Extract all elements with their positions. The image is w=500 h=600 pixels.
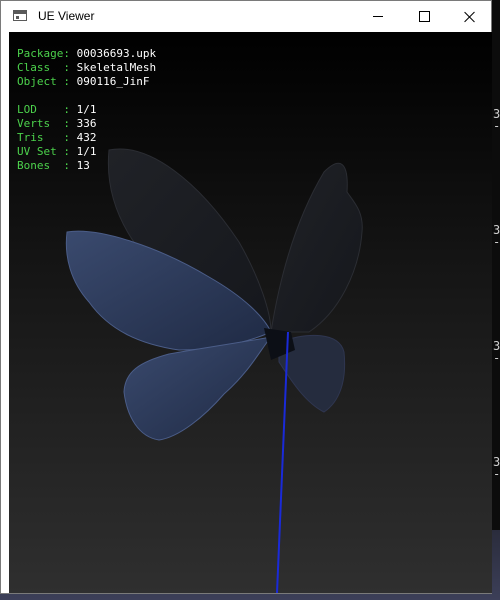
close-icon: [464, 11, 476, 23]
console-glyph: -: [493, 119, 500, 133]
maximize-button[interactable]: [401, 1, 447, 32]
right-upper-wing: [270, 162, 363, 333]
minimize-button[interactable]: [355, 1, 401, 32]
console-glyph: -: [493, 235, 500, 249]
background-console-right: 3-3-3-3-: [492, 0, 500, 600]
info-object: Object : 090116_JinF: [17, 75, 150, 88]
app-window-icon[interactable]: [13, 10, 27, 21]
3d-viewport[interactable]: Package: 00036693.upk Class : SkeletalMe…: [9, 32, 492, 593]
info-tris: Tris : 432: [17, 131, 97, 144]
title-bar[interactable]: UE Viewer: [1, 1, 491, 32]
window-title: UE Viewer: [38, 9, 95, 23]
minimize-icon: [373, 16, 383, 17]
console-glyph: -: [493, 467, 500, 481]
info-verts: Verts : 336: [17, 117, 97, 130]
maximize-icon: [418, 11, 430, 22]
ue-viewer-window: UE Viewer Package: 00036693.upk Class: …: [0, 0, 492, 594]
bone-axis-line: [276, 331, 289, 593]
console-glyph: -: [493, 351, 500, 365]
left-lower-wing: [123, 336, 273, 441]
close-button[interactable]: [447, 1, 493, 32]
info-bones: Bones : 13: [17, 159, 90, 172]
info-uvset: UV Set : 1/1: [17, 145, 97, 158]
info-package: Package: 00036693.upk: [17, 47, 157, 60]
info-lod: LOD : 1/1: [17, 103, 97, 116]
mesh-info-overlay: Package: 00036693.upk Class : SkeletalMe…: [17, 47, 156, 173]
info-class: Class : SkeletalMesh: [17, 61, 157, 74]
